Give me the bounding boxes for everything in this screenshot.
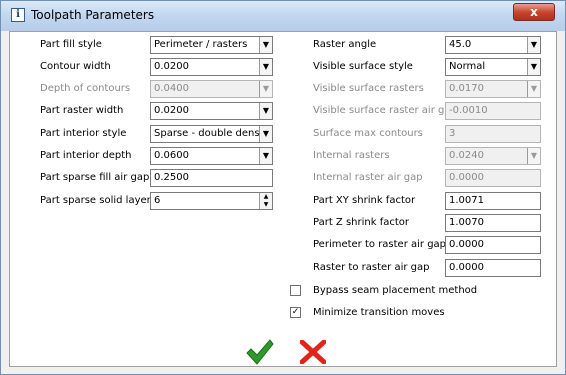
surface-max-contours-input: 3: [445, 125, 541, 143]
chevron-down-icon: ▼: [527, 148, 540, 164]
depth-of-contours-label: Depth of contours: [40, 83, 131, 94]
dialog-body: Part fill style Perimeter / rasters ▼ Co…: [9, 31, 557, 367]
contour-width-dropdown[interactable]: 0.0200 ▼: [150, 58, 273, 76]
part-z-shrink-factor-label: Part Z shrink factor: [313, 217, 409, 228]
visible-surface-style-dropdown[interactable]: Normal ▼: [445, 58, 541, 76]
green-check-icon[interactable]: [246, 339, 274, 365]
part-fill-style-dropdown[interactable]: Perimeter / rasters ▼: [150, 36, 273, 54]
perimeter-to-raster-air-gap-input[interactable]: 0.0000: [445, 236, 541, 254]
part-interior-style-label: Part interior style: [40, 128, 127, 139]
toolpath-parameters-window: i Toolpath Parameters x Part fill style …: [0, 0, 566, 375]
visible-surface-rasters-dropdown: 0.0170 ▼: [445, 80, 541, 98]
bypass-seam-checkbox[interactable]: [290, 285, 301, 296]
part-xy-shrink-factor-input[interactable]: 1.0071: [445, 192, 541, 210]
chevron-down-icon[interactable]: ▼: [259, 59, 272, 75]
chevron-down-icon[interactable]: ▼: [259, 103, 272, 119]
part-interior-depth-label: Part interior depth: [40, 150, 132, 161]
part-z-shrink-factor-input[interactable]: 1.0070: [445, 214, 541, 232]
chevron-down-icon: ▼: [259, 81, 272, 97]
internal-rasters-label: Internal rasters: [313, 150, 390, 161]
depth-of-contours-dropdown: 0.0400 ▼: [150, 80, 273, 98]
part-raster-width-dropdown[interactable]: 0.0200 ▼: [150, 102, 273, 120]
internal-raster-air-gap-input: 0.0000: [445, 169, 541, 187]
window-title: Toolpath Parameters: [31, 8, 155, 22]
part-sparse-solid-layers-spinner[interactable]: 6 ▲ ▼: [150, 192, 273, 210]
part-interior-style-value: Sparse - double dense: [154, 128, 266, 139]
spinner-arrows-icon[interactable]: ▲ ▼: [259, 193, 272, 209]
internal-raster-air-gap-label: Internal raster air gap: [313, 172, 423, 183]
visible-surface-rasters-label: Visible surface rasters: [313, 83, 424, 94]
depth-of-contours-value: 0.0400: [154, 83, 189, 94]
raster-angle-value: 45.0: [449, 39, 472, 50]
surface-max-contours-label: Surface max contours: [313, 128, 423, 139]
part-interior-depth-dropdown[interactable]: 0.0600 ▼: [150, 147, 273, 165]
contour-width-label: Contour width: [40, 61, 111, 72]
visible-surface-raster-air-gap-label: Visible surface raster air gap: [313, 105, 457, 116]
visible-surface-rasters-value: 0.0170: [449, 83, 484, 94]
part-interior-depth-value: 0.0600: [154, 150, 189, 161]
chevron-down-icon: ▼: [527, 81, 540, 97]
chevron-down-icon[interactable]: ▼: [259, 148, 272, 164]
part-fill-style-value: Perimeter / rasters: [154, 39, 248, 50]
part-interior-style-dropdown[interactable]: Sparse - double dense ▼: [150, 125, 273, 143]
red-x-icon[interactable]: [300, 340, 326, 364]
part-sparse-solid-layers-value: 6: [154, 195, 161, 206]
chevron-down-icon[interactable]: ▼: [527, 59, 540, 75]
raster-angle-label: Raster angle: [313, 39, 377, 50]
raster-angle-dropdown[interactable]: 45.0 ▼: [445, 36, 541, 54]
visible-surface-style-value: Normal: [449, 61, 486, 72]
chevron-down-icon[interactable]: ▼: [259, 37, 272, 53]
raster-to-raster-air-gap-label: Raster to raster air gap: [313, 262, 430, 273]
part-xy-shrink-factor-label: Part XY shrink factor: [313, 195, 416, 206]
raster-to-raster-air-gap-input[interactable]: 0.0000: [445, 259, 541, 277]
visible-surface-style-label: Visible surface style: [313, 61, 413, 72]
minimize-transition-checkbox[interactable]: ✓: [290, 307, 301, 318]
part-fill-style-label: Part fill style: [40, 39, 102, 50]
part-raster-width-value: 0.0200: [154, 105, 189, 116]
part-raster-width-label: Part raster width: [40, 105, 124, 116]
visible-surface-raster-air-gap-input: -0.0010: [445, 102, 541, 120]
chevron-down-icon[interactable]: ▼: [527, 37, 540, 53]
minimize-transition-label: Minimize transition moves: [313, 307, 445, 318]
perimeter-to-raster-air-gap-label: Perimeter to raster air gap: [313, 239, 447, 250]
part-sparse-fill-air-gap-label: Part sparse fill air gap: [40, 172, 150, 183]
close-button[interactable]: x: [513, 3, 555, 21]
title-bar: i Toolpath Parameters x: [1, 1, 565, 31]
contour-width-value: 0.0200: [154, 61, 189, 72]
bypass-seam-label: Bypass seam placement method: [313, 285, 478, 296]
chevron-down-icon[interactable]: ▼: [259, 126, 272, 142]
part-sparse-solid-layers-label: Part sparse solid layers: [40, 195, 156, 206]
info-icon: i: [11, 8, 25, 22]
part-sparse-fill-air-gap-input[interactable]: 0.2500: [150, 169, 273, 187]
internal-rasters-dropdown: 0.0240 ▼: [445, 147, 541, 165]
internal-rasters-value: 0.0240: [449, 150, 484, 161]
